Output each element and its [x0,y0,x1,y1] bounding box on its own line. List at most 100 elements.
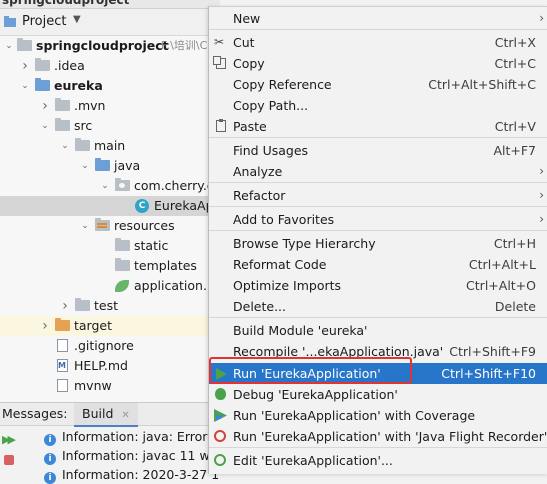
menu-separator [209,137,547,138]
menu-item-label: Copy [233,56,265,71]
chevron-down-icon[interactable]: ⌄ [60,136,70,156]
tree-item-label: eureka [54,78,103,93]
menu-item-cut[interactable]: ✂ Cut Ctrl+X [209,32,547,53]
chevron-down-icon[interactable]: ⌄ [40,116,50,136]
menu-item-shortcut: Delete [494,299,536,314]
tree-item-label: static [134,238,169,253]
tree-item-gitignore[interactable]: .gitignore [0,336,220,356]
tree-item-target[interactable]: › target [0,316,220,336]
flight-recorder-icon [214,430,227,443]
tree-item-label: application.p [134,278,215,293]
tree-item-test[interactable]: › test [0,296,220,316]
folder-icon [55,98,71,113]
tree-item-help-md[interactable]: HELP.md [0,356,220,376]
menu-item-label: New [233,11,261,26]
message-line[interactable]: i Information: java: Errors [44,427,214,446]
menu-separator [209,206,547,207]
edit-config-icon [214,454,227,467]
chevron-down-icon[interactable]: ⌄ [80,216,90,236]
menu-item-copy-path[interactable]: Copy Path... [209,95,547,116]
debug-icon [214,388,227,401]
chevron-right-icon[interactable]: › [40,96,50,116]
menu-item-paste[interactable]: Paste Ctrl+V [209,116,547,137]
message-line[interactable]: i Information: 2020-3-27 1 [44,465,219,484]
menu-item-shortcut: Ctrl+C [494,56,536,71]
menu-item-label: Add to Favorites [233,212,335,227]
project-tree: ⌄ springcloudproject F:\培训\C › .idea ⌄ eureka ›… [0,36,220,402]
tree-item-idea[interactable]: › .idea [0,56,220,76]
menu-item-shortcut: Ctrl+Shift+F9 [449,344,536,359]
menu-item-run-eurekaapplication-with-coverage[interactable]: Run 'EurekaApplication' with Coverage [209,405,547,426]
tree-item-com-cherry-e[interactable]: ⌄ com.cherry.e [0,176,220,196]
excluded-folder-icon [55,318,71,333]
menu-item-edit-eurekaapplication[interactable]: Edit 'EurekaApplication'... [209,450,547,471]
menu-item-run-eurekaapplication-with-java-flight-recorder[interactable]: Run 'EurekaApplication' with 'Java Fligh… [209,426,547,447]
project-path: F:\培训\C [161,39,208,52]
menu-item-label: Copy Reference [233,77,332,92]
tree-item-springcloudproject[interactable]: ⌄ springcloudproject F:\培训\C [0,36,220,56]
scissors-icon: ✂ [214,35,225,49]
spring-leaf-icon [115,279,131,293]
tree-item-label: .gitignore [74,338,134,353]
menu-item-copy-reference[interactable]: Copy Reference Ctrl+Alt+Shift+C [209,74,547,95]
menu-item-reformat-code[interactable]: Reformat Code Ctrl+Alt+L [209,254,547,275]
chevron-down-icon[interactable]: ⌄ [4,36,14,56]
tree-item-label: templates [134,258,197,273]
menu-item-label: Debug 'EurekaApplication' [233,387,398,402]
menu-separator [209,29,547,30]
tree-item-templates[interactable]: templates [0,256,220,276]
chevron-down-icon[interactable]: ⌄ [80,156,90,176]
menu-item-copy[interactable]: Copy Ctrl+C [209,53,547,74]
tree-item-mvn[interactable]: › .mvn [0,96,220,116]
tree-item-eureka[interactable]: ⌄ eureka [0,76,220,96]
chevron-right-icon[interactable]: › [40,316,50,336]
chevron-right-icon[interactable]: › [20,56,30,76]
menu-item-shortcut: Alt+F7 [493,143,536,158]
menu-item-new[interactable]: New › [209,8,547,29]
menu-item-refactor[interactable]: Refactor › [209,185,547,206]
tree-item-main[interactable]: ⌄ main [0,136,220,156]
tree-item-eurekaap[interactable]: C EurekaAp [0,196,220,216]
tree-item-application-p[interactable]: application.p [0,276,220,296]
menu-item-find-usages[interactable]: Find Usages Alt+F7 [209,140,547,161]
chevron-right-icon[interactable]: › [60,296,70,316]
tree-item-src[interactable]: ⌄ src [0,116,220,136]
stop-icon[interactable] [4,455,14,465]
folder-icon [75,298,91,313]
tree-item-static[interactable]: static [0,236,220,256]
menu-item-add-to-favorites[interactable]: Add to Favorites › [209,209,547,230]
chevron-down-icon[interactable]: ▼ [73,14,81,25]
menu-item-browse-type-hierarchy[interactable]: Browse Type Hierarchy Ctrl+H [209,233,547,254]
rerun-icon[interactable]: ▶▶ [2,433,16,446]
tree-item-label: com.cherry.e [134,178,215,193]
chevron-down-icon[interactable]: ⌄ [20,76,30,96]
tree-item-label: src [74,118,93,133]
project-panel-header[interactable]: Project ▼ [0,9,220,36]
menu-item-optimize-imports[interactable]: Optimize Imports Ctrl+Alt+O [209,275,547,296]
menu-item-analyze[interactable]: Analyze › [209,161,547,182]
close-icon[interactable]: ✕ [121,410,129,421]
source-folder-icon [95,158,111,173]
tree-item-label: test [94,298,119,313]
message-text: Information: 2020-3-27 1 [62,467,220,482]
chevron-right-icon: › [539,164,544,178]
tree-item-resources[interactable]: ⌄ resources [0,216,220,236]
menu-item-build-module-eureka[interactable]: Build Module 'eureka' [209,320,547,341]
menu-item-label: Copy Path... [233,98,309,113]
paste-icon [214,119,227,133]
menu-item-debug-eurekaapplication[interactable]: Debug 'EurekaApplication' [209,384,547,405]
tree-item-java[interactable]: ⌄ java [0,156,220,176]
menu-item-shortcut: Ctrl+X [494,35,536,50]
chevron-down-icon[interactable]: ⌄ [100,176,110,196]
window-title: springcloudproject [2,0,130,7]
menu-item-label: Cut [233,35,255,50]
tree-item-mvnw[interactable]: mvnw [0,376,220,396]
window-title-strip: springcloudproject [0,0,220,9]
class-icon: C [135,199,151,213]
message-line[interactable]: i Information: javac 11 wa [44,446,217,465]
annotation-highlight-box [209,357,412,384]
project-folder-icon [4,16,16,27]
menu-item-delete[interactable]: Delete... Delete [209,296,547,317]
package-icon [115,178,131,193]
tab-build[interactable]: Build ✕ [74,403,138,427]
